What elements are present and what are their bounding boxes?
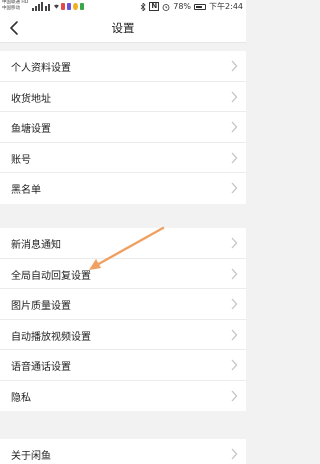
row-label: 隐私	[11, 392, 31, 404]
row-label: 鱼塘设置	[11, 124, 51, 135]
app-notification-icon	[60, 2, 66, 10]
settings-row-voice-call[interactable]: 语音通话设置	[0, 350, 246, 381]
chevron-right-icon	[231, 268, 238, 279]
battery-icon	[194, 3, 207, 10]
chevron-right-icon	[231, 329, 238, 340]
row-label: 黑名单	[11, 185, 41, 196]
bluetooth-icon	[141, 2, 146, 11]
settings-row-autoplay-video[interactable]: 自动播放视频设置	[0, 320, 246, 350]
chevron-right-icon	[231, 182, 238, 194]
settings-row-auto-reply[interactable]: 全局自动回复设置	[0, 259, 246, 289]
signal-icon	[32, 2, 50, 11]
settings-row-privacy[interactable]: 隐私	[0, 381, 246, 412]
carrier-label-2: 中国移动	[2, 6, 20, 11]
status-right: N 78% 下午2:44	[140, 0, 243, 13]
settings-row-image-quality[interactable]: 图片质量设置	[0, 289, 246, 320]
app-notification-icon	[79, 2, 85, 10]
row-label: 新消息通知	[11, 240, 61, 251]
settings-group-about: 关于闲鱼	[0, 439, 246, 464]
chevron-right-icon	[231, 60, 238, 72]
chevron-right-icon	[231, 298, 238, 310]
settings-row-about[interactable]: 关于闲鱼	[0, 439, 246, 464]
settings-row-blacklist[interactable]: 黑名单	[0, 173, 246, 204]
app-notification-icon	[73, 2, 78, 10]
settings-group-account: 个人资料设置 收货地址 鱼塘设置 账号 黑名单	[0, 51, 246, 204]
chevron-right-icon	[231, 121, 238, 133]
settings-row-account[interactable]: 账号	[0, 143, 246, 173]
wifi-icon	[54, 4, 59, 9]
app-notification-icon	[67, 2, 72, 10]
battery-percent: 78%	[173, 2, 192, 11]
chevron-right-icon	[231, 359, 238, 371]
row-label: 自动播放视频设置	[11, 331, 91, 343]
chevron-right-icon	[231, 390, 238, 401]
settings-row-notifications[interactable]: 新消息通知	[0, 228, 246, 259]
settings-row-address[interactable]: 收货地址	[0, 82, 246, 112]
chevron-right-icon	[231, 152, 238, 163]
row-label: 账号	[11, 154, 31, 166]
nav-bar: 设置	[0, 13, 246, 43]
settings-group-general: 新消息通知 全局自动回复设置 图片质量设置 自动播放视频设置 语音通话设置 隐私	[0, 228, 246, 411]
notification-icons	[54, 1, 85, 11]
alarm-icon	[162, 3, 170, 11]
chevron-right-icon	[231, 237, 238, 249]
nfc-icon: N	[149, 2, 160, 11]
settings-row-fishpond[interactable]: 鱼塘设置	[0, 112, 246, 143]
status-left: 中国联通 HD 中国移动	[2, 0, 86, 13]
row-label: 图片质量设置	[11, 301, 71, 312]
carrier-label-1: 中国联通 HD	[2, 0, 29, 5]
row-label: 个人资料设置	[11, 63, 71, 74]
row-label: 关于闲鱼	[11, 451, 51, 462]
chevron-right-icon	[231, 448, 238, 460]
clock: 下午2:44	[209, 2, 243, 11]
row-label: 全局自动回复设置	[11, 270, 91, 282]
page-title: 设置	[111, 21, 135, 35]
status-bar: 中国联通 HD 中国移动 N 78% 下午2:44	[0, 0, 246, 13]
chevron-right-icon	[231, 91, 238, 102]
settings-row-profile[interactable]: 个人资料设置	[0, 51, 246, 82]
row-label: 收货地址	[11, 93, 51, 105]
row-label: 语音通话设置	[11, 362, 71, 373]
